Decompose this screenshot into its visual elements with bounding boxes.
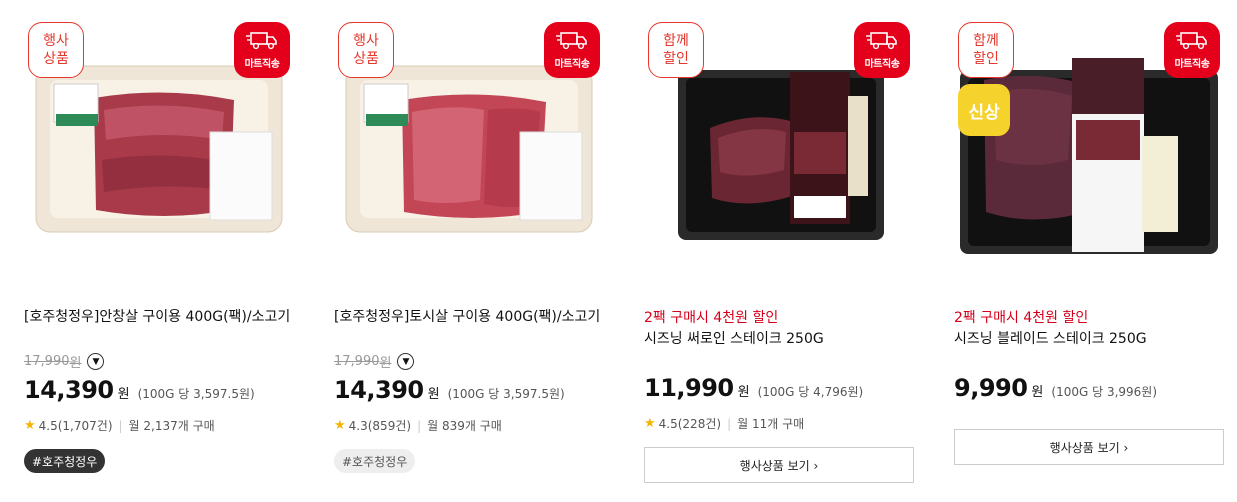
rating-row: ★ 4.5(228건) | 월 11개 구매: [644, 415, 804, 432]
price-row: 11,990 원 (100G 당 4,796원): [644, 374, 863, 402]
currency-label: 원: [737, 385, 750, 400]
rating-row: ★ 4.3(859건) | 월 839개 구매: [334, 417, 502, 434]
new-product-badge: 신상: [958, 84, 1010, 136]
original-price-currency: 원: [379, 356, 392, 371]
product-grid: 행사 상품 마트직송 [호주청정우]안창살 구이용 400G(팩)/소고기 17…: [0, 0, 1237, 502]
divider: |: [727, 416, 732, 431]
product-image[interactable]: 행사 상품 마트직송: [334, 0, 604, 270]
promo-text: 2팩 구매시 4천원 할인: [954, 310, 1089, 326]
hashtag-chip[interactable]: #호주청정우: [24, 449, 106, 473]
rating-value: 4.5(1,707건): [38, 419, 113, 433]
product-card[interactable]: 함께 할인 마트직송 2팩 구매시 4천원 할인 시즈닝 써로인 스테이크 25…: [644, 0, 914, 502]
product-card[interactable]: 행사 상품 마트직송 [호주청정우]토시살 구이용 400G(팩)/소고기 17…: [334, 0, 604, 502]
product-title[interactable]: 시즈닝 써로인 스테이크 250G: [644, 328, 914, 350]
currency-label: 원: [427, 387, 440, 402]
chevron-down-circle-icon[interactable]: ▼: [87, 353, 105, 370]
product-image[interactable]: 함께 할인 마트직송: [644, 0, 914, 270]
divider: |: [118, 418, 123, 433]
product-title[interactable]: 시즈닝 블레이드 스테이크 250G: [954, 328, 1224, 350]
price-row: 14,390 원 (100G 당 3,597.5원): [24, 376, 255, 404]
sale-price: 14,390: [334, 376, 424, 404]
rating-row: ★ 4.5(1,707건) | 월 2,137개 구매: [24, 417, 215, 434]
product-card[interactable]: 행사 상품 마트직송 [호주청정우]안창살 구이용 400G(팩)/소고기 17…: [24, 0, 294, 502]
price-row: 14,390 원 (100G 당 3,597.5원): [334, 376, 565, 404]
mart-delivery-badge: 마트직송: [1164, 22, 1220, 78]
monthly-purchases: 월 2,137개 구매: [128, 419, 215, 433]
sale-price: 14,390: [24, 376, 114, 404]
view-promo-products-button[interactable]: 행사상품 보기 ›: [644, 447, 914, 483]
original-price-currency: 원: [69, 356, 82, 371]
event-badge: 행사 상품: [28, 22, 84, 78]
delivery-truck-icon: [866, 32, 897, 50]
chevron-down-circle-icon[interactable]: ▼: [397, 353, 415, 370]
monthly-purchases: 월 11개 구매: [737, 417, 805, 431]
mart-delivery-badge: 마트직송: [544, 22, 600, 78]
mart-delivery-label: 마트직송: [864, 59, 900, 70]
mart-delivery-label: 마트직송: [554, 59, 590, 70]
star-icon: ★: [334, 418, 346, 433]
rating-value: 4.3(859건): [348, 419, 412, 433]
divider: |: [417, 418, 422, 433]
mart-delivery-badge: 마트직송: [854, 22, 910, 78]
star-icon: ★: [644, 416, 656, 431]
monthly-purchases: 월 839개 구매: [427, 419, 502, 433]
original-price-value: 17,990: [24, 354, 70, 369]
delivery-truck-icon: [246, 32, 277, 50]
promo-text: 2팩 구매시 4천원 할인: [644, 310, 779, 326]
product-image[interactable]: 함께 할인 신상 마트직송: [954, 0, 1224, 270]
product-image[interactable]: 행사 상품 마트직송: [24, 0, 294, 270]
currency-label: 원: [1031, 385, 1044, 400]
price-row: 9,990 원 (100G 당 3,996원): [954, 374, 1157, 402]
rating-value: 4.5(228건): [658, 417, 722, 431]
view-promo-products-button[interactable]: 행사상품 보기 ›: [954, 429, 1224, 465]
original-price: 17,990 원 ▼: [334, 352, 415, 371]
product-card[interactable]: 함께 할인 신상 마트직송 2팩 구매시 4천원 할인 시즈닝 블레이드 스테이…: [954, 0, 1224, 502]
unit-price: (100G 당 4,796원): [757, 385, 864, 399]
delivery-truck-icon: [1176, 32, 1207, 50]
star-icon: ★: [24, 418, 36, 433]
mart-delivery-badge: 마트직송: [234, 22, 290, 78]
unit-price: (100G 당 3,597.5원): [137, 387, 255, 401]
product-title[interactable]: [호주청정우]토시살 구이용 400G(팩)/소고기: [334, 306, 604, 328]
delivery-truck-icon: [556, 32, 587, 50]
event-badge: 행사 상품: [338, 22, 394, 78]
unit-price: (100G 당 3,597.5원): [447, 387, 565, 401]
original-price: 17,990 원 ▼: [24, 352, 105, 371]
sale-price: 11,990: [644, 374, 734, 402]
event-badge: 함께 할인: [648, 22, 704, 78]
product-title[interactable]: [호주청정우]안창살 구이용 400G(팩)/소고기: [24, 306, 294, 328]
currency-label: 원: [117, 387, 130, 402]
original-price-value: 17,990: [334, 354, 380, 369]
mart-delivery-label: 마트직송: [244, 59, 280, 70]
event-badge: 함께 할인: [958, 22, 1014, 78]
mart-delivery-label: 마트직송: [1174, 59, 1210, 70]
hashtag-chip[interactable]: #호주청정우: [334, 449, 416, 473]
sale-price: 9,990: [954, 374, 1028, 402]
unit-price: (100G 당 3,996원): [1051, 385, 1158, 399]
